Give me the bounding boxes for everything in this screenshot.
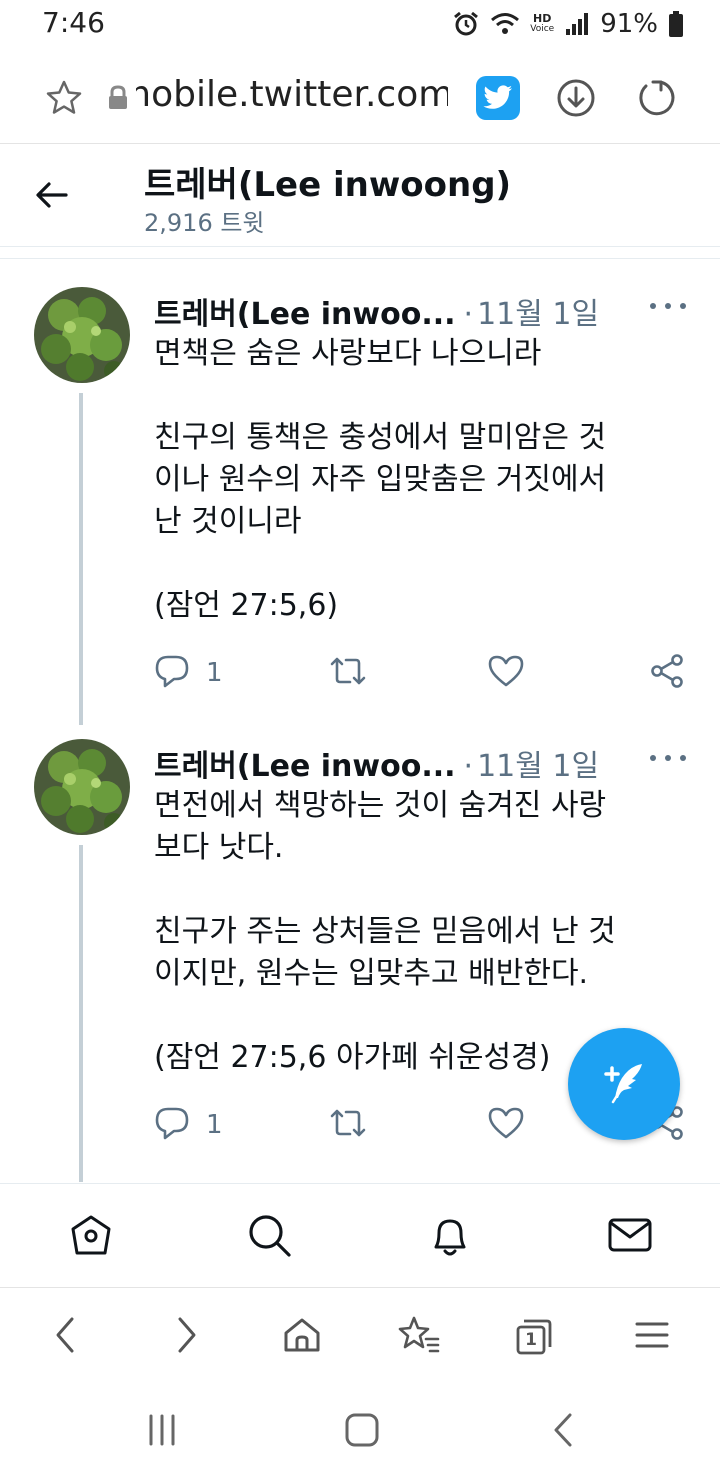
bookmarks-icon	[396, 1315, 440, 1359]
more-options-icon[interactable]	[650, 743, 686, 773]
wifi-icon	[490, 11, 520, 37]
menu-icon	[632, 1315, 672, 1359]
twitter-app-icon[interactable]	[476, 76, 520, 120]
reply-icon	[154, 653, 190, 693]
browser-bottom-nav: 1	[0, 1289, 720, 1384]
tweet-actions: 1	[154, 653, 694, 693]
tweet-line: 이지만, 원수는 입맞추고 배반한다.	[154, 956, 589, 991]
tab-messages[interactable]	[605, 1212, 655, 1262]
home-square-icon	[344, 1412, 380, 1452]
tweet-line	[154, 375, 684, 417]
recent-apps-button[interactable]	[142, 1412, 182, 1452]
tweet-line	[154, 869, 684, 911]
browser-address-bar: mobile.twitter.com	[0, 52, 720, 144]
tweet-date[interactable]: 11월 1일	[477, 297, 599, 332]
download-icon[interactable]	[554, 76, 598, 120]
search-icon	[245, 1211, 293, 1263]
heart-icon	[488, 1106, 524, 1144]
reply-count: 1	[206, 658, 223, 688]
tweet-line: 친구의 통책은 충성에서 말미암은 것	[154, 420, 607, 455]
reply-button[interactable]: 1	[154, 1105, 223, 1145]
tweet-author[interactable]: 트레버(Lee inwoo...	[154, 749, 456, 784]
browser-tabs-button[interactable]: 1	[510, 1313, 558, 1361]
profile-header: 트레버(Lee inwoong) 2,916 트윗	[0, 145, 720, 247]
status-bar: 7:46 HD Voice 91%	[0, 0, 720, 52]
tabs-icon: 1	[514, 1317, 554, 1357]
browser-menu-button[interactable]	[628, 1313, 676, 1361]
avatar[interactable]	[34, 287, 130, 383]
mail-icon	[606, 1211, 654, 1263]
like-button[interactable]	[488, 1105, 524, 1145]
lock-icon	[96, 76, 140, 120]
bookmark-star-icon[interactable]	[42, 76, 86, 120]
retweet-button[interactable]	[328, 1105, 368, 1145]
tweet-date[interactable]: 11월 1일	[477, 749, 599, 784]
avatar[interactable]	[34, 739, 130, 835]
thread-line	[79, 393, 83, 725]
back-icon	[46, 1315, 86, 1359]
tweet-line: 친구가 주는 상처들은 믿음에서 난 것	[154, 914, 616, 949]
battery-percent: 91%	[600, 9, 658, 39]
tweet[interactable]: 트레버(Lee inwoo... · 11월 1일 면책은 숨은 사랑보다 나으니라…	[0, 259, 720, 725]
profile-name: 트레버(Lee inwoong)	[144, 165, 512, 205]
tab-notifications[interactable]	[425, 1212, 475, 1262]
status-icons: HD Voice 91%	[452, 6, 684, 42]
browser-forward-button[interactable]	[162, 1313, 210, 1361]
retweet-button[interactable]	[328, 653, 368, 693]
reply-icon	[154, 1105, 190, 1145]
tweet-line: 보다 낫다.	[154, 830, 284, 865]
tab-home[interactable]	[66, 1212, 116, 1262]
share-button[interactable]	[650, 653, 684, 693]
compose-feather-icon	[596, 1054, 652, 1114]
reply-button[interactable]: 1	[154, 653, 223, 693]
tweet-line: (잠언 27:5,6)	[154, 588, 339, 623]
browser-bookmarks-button[interactable]	[394, 1313, 442, 1361]
status-time: 7:46	[42, 6, 105, 39]
tweet-separator: ·	[463, 749, 474, 784]
home-button[interactable]	[342, 1412, 382, 1452]
retweet-icon	[328, 1105, 368, 1145]
tabs-count: 1	[525, 1330, 537, 1350]
like-button[interactable]	[488, 653, 524, 693]
tweet-count: 2,916 트윗	[144, 209, 265, 237]
tweet-line: 면전에서 책망하는 것이 숨겨진 사랑	[154, 788, 607, 823]
tab-search[interactable]	[244, 1212, 294, 1262]
signal-icon	[564, 11, 590, 37]
alarm-icon	[452, 10, 480, 38]
retweet-icon	[328, 653, 368, 693]
back-chevron-icon	[546, 1412, 582, 1452]
url-field[interactable]: mobile.twitter.com	[136, 74, 448, 115]
back-arrow-icon[interactable]	[32, 175, 72, 215]
browser-home-button[interactable]	[278, 1313, 326, 1361]
tweet-header: 트레버(Lee inwoo... · 11월 1일	[154, 741, 599, 784]
home-icon	[67, 1211, 115, 1263]
tweet-line: 면책은 숨은 사랑보다 나으니라	[154, 336, 542, 371]
reply-count: 1	[206, 1110, 223, 1140]
tweet-line	[154, 543, 684, 585]
thread-line	[79, 845, 83, 1182]
battery-icon	[668, 10, 684, 38]
browser-back-button[interactable]	[42, 1313, 90, 1361]
heart-icon	[488, 654, 524, 692]
tweet-text: 면책은 숨은 사랑보다 나으니라 친구의 통책은 충성에서 말미암은 것 이나 …	[154, 333, 684, 627]
forward-icon	[166, 1315, 206, 1359]
tweet-line: 이나 원수의 자주 입맞춤은 거짓에서	[154, 462, 607, 497]
recent-apps-icon	[144, 1412, 180, 1452]
tweet-line: 난 것이니라	[154, 504, 302, 539]
share-icon	[650, 654, 684, 692]
home-icon	[282, 1315, 322, 1359]
system-back-button[interactable]	[544, 1412, 584, 1452]
tweet-author[interactable]: 트레버(Lee inwoo...	[154, 297, 456, 332]
compose-tweet-button[interactable]	[568, 1028, 680, 1140]
refresh-icon[interactable]	[634, 76, 678, 120]
tweet-header: 트레버(Lee inwoo... · 11월 1일	[154, 289, 599, 332]
tweet-separator: ·	[463, 297, 474, 332]
system-nav-bar	[0, 1384, 720, 1480]
more-options-icon[interactable]	[650, 291, 686, 321]
bell-icon	[426, 1211, 474, 1263]
hd-voice-icon: HD Voice	[530, 12, 555, 34]
bottom-tab-bar	[0, 1183, 720, 1288]
